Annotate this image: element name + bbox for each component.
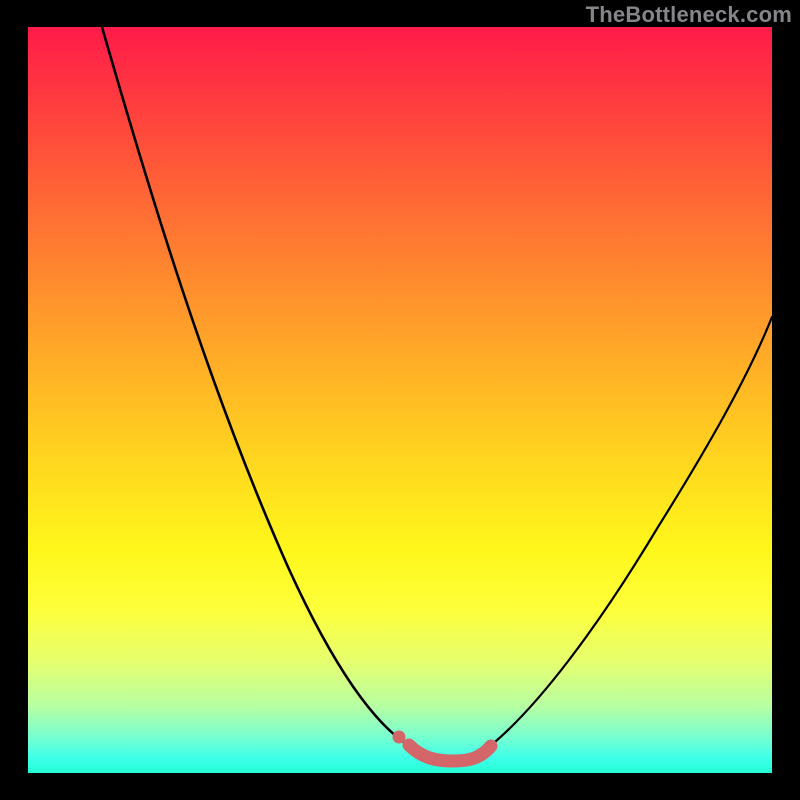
watermark-text: TheBottleneck.com (586, 2, 792, 28)
bottleneck-curve (28, 27, 772, 773)
right-curve (489, 317, 772, 747)
floor-highlight (409, 745, 491, 761)
left-curve (102, 27, 411, 747)
gradient-plot-area (28, 27, 772, 773)
floor-left-dot (393, 731, 406, 744)
